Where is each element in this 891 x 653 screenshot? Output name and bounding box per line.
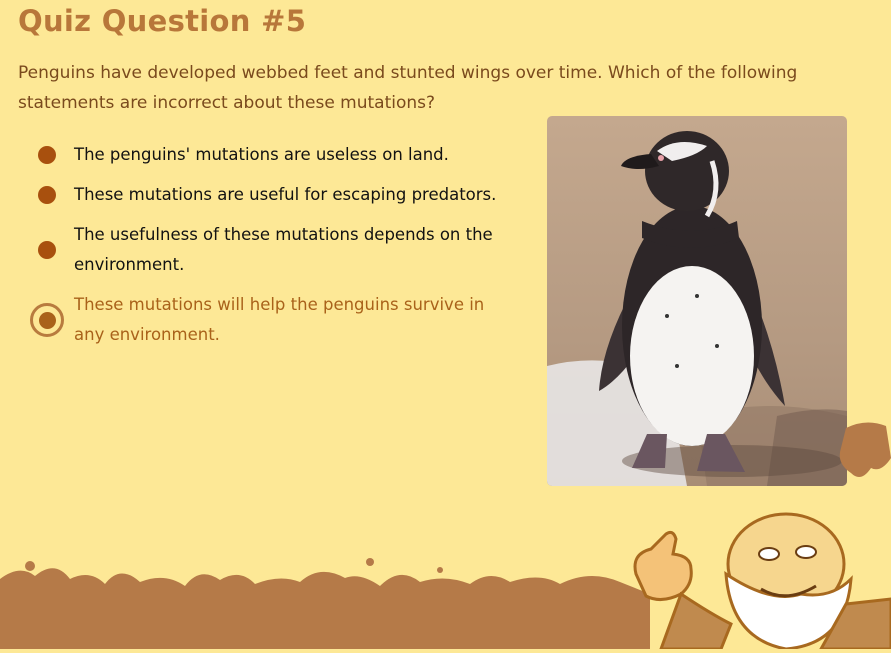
- bullet-icon: [38, 146, 56, 164]
- radio-selected-icon: [30, 303, 64, 337]
- answer-option-label: The penguins' mutations are useless on l…: [74, 145, 449, 164]
- answer-option-label: These mutations are useful for escaping …: [74, 185, 497, 204]
- answer-option-2[interactable]: These mutations are useful for escaping …: [30, 180, 500, 210]
- bullet-icon: [38, 241, 56, 259]
- mascot-image: [621, 504, 891, 651]
- answer-option-4[interactable]: These mutations will help the penguins s…: [30, 290, 500, 350]
- answer-option-1[interactable]: The penguins' mutations are useless on l…: [30, 140, 500, 170]
- answer-option-3[interactable]: The usefulness of these mutations depend…: [30, 220, 500, 280]
- bullet-icon: [38, 186, 56, 204]
- answer-options: The penguins' mutations are useless on l…: [30, 140, 500, 360]
- splat-decoration: [831, 418, 891, 488]
- penguin-photo: [547, 116, 847, 486]
- answer-option-label: The usefulness of these mutations depend…: [74, 225, 493, 274]
- question-text: Penguins have developed webbed feet and …: [18, 63, 798, 113]
- answer-option-label: These mutations will help the penguins s…: [74, 295, 485, 344]
- quiz-title: Quiz Question #5: [18, 4, 307, 38]
